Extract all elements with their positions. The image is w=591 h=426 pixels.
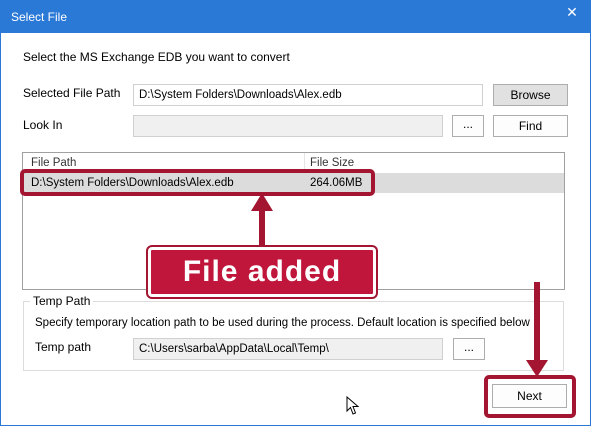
annotation-arrows [251, 193, 548, 377]
file-added-callout: File added [148, 247, 376, 297]
mouse-cursor-icon [346, 396, 360, 415]
up-arrow-head [251, 193, 273, 211]
down-arrow-head [526, 360, 548, 377]
